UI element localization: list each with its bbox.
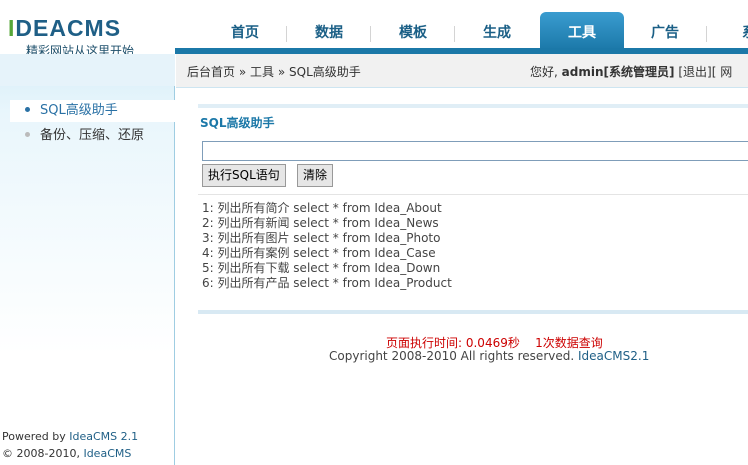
logo[interactable]: IDEACMS 精彩网站从这里开始 — [0, 0, 175, 58]
nav-tab-data[interactable]: 数据 — [287, 12, 371, 50]
nav-tab-ads[interactable]: 广告 — [623, 12, 707, 50]
username: admin[系统管理员] — [561, 65, 675, 79]
divider — [198, 194, 748, 195]
query-count: 1次数据查询 — [535, 336, 603, 350]
breadcrumb-tools[interactable]: 工具 — [250, 65, 274, 79]
example-line: 5: 列出所有下载 select * from Idea_Down — [202, 261, 441, 275]
sidebar-item-backup[interactable]: 备份、压缩、还原 — [10, 125, 175, 147]
bullet-icon — [25, 132, 30, 137]
sql-input[interactable] — [202, 141, 748, 161]
breadcrumb: 后台首页 » 工具 » SQL高级助手 — [187, 54, 361, 90]
example-line: 6: 列出所有产品 select * from Idea_Product — [202, 276, 452, 290]
panel-bottom-border — [198, 310, 748, 314]
site-link[interactable]: 网 — [720, 65, 732, 79]
nav-tab-tools[interactable]: 工具 — [540, 12, 624, 50]
nav-tab-system[interactable]: 系 — [707, 12, 748, 50]
exec-time: 页面执行时间: 0.0469秒 — [386, 336, 520, 350]
sidebar-item-sql-helper[interactable]: SQL高级助手 — [10, 100, 175, 122]
sidebar-copyright: © 2008-2010, IdeaCMS — [2, 447, 132, 460]
nav-tab-template[interactable]: 模板 — [371, 12, 455, 50]
example-line: 4: 列出所有案例 select * from Idea_Case — [202, 246, 436, 260]
breadcrumb-bar: 后台首页 » 工具 » SQL高级助手 您好, admin[系统管理员] [退出… — [176, 54, 748, 88]
breadcrumb-separator: » — [238, 65, 247, 79]
bullet-icon — [25, 107, 30, 112]
sidebar-topstrip — [0, 54, 175, 86]
breadcrumb-home[interactable]: 后台首页 — [187, 65, 235, 79]
powered-by: Powered by IdeaCMS 2.1 — [2, 430, 139, 443]
logout-link[interactable]: 退出 — [683, 65, 707, 79]
top-nav: 首页 数据 模板 生成 工具 广告 系 — [175, 12, 748, 50]
powered-link[interactable]: IdeaCMS 2.1 — [69, 430, 138, 443]
sidebar-item-label: SQL高级助手 — [40, 103, 118, 118]
copyright-link[interactable]: IdeaCMS — [83, 447, 131, 460]
clear-button[interactable]: 清除 — [297, 164, 334, 187]
nav-tab-home[interactable]: 首页 — [203, 12, 287, 50]
example-line: 2: 列出所有新闻 select * from Idea_News — [202, 216, 439, 230]
version-link[interactable]: IdeaCMS2.1 — [578, 349, 649, 363]
sidebar-item-label: 备份、压缩、还原 — [40, 128, 145, 143]
execute-sql-button[interactable]: 执行SQL语句 — [202, 164, 286, 187]
logo-letters: DEACMS — [15, 15, 122, 41]
example-line: 3: 列出所有图片 select * from Idea_Photo — [202, 231, 441, 245]
greeting: 您好, — [530, 65, 558, 79]
example-line: 1: 列出所有简介 select * from Idea_About — [202, 201, 442, 215]
header: IDEACMS 精彩网站从这里开始 首页 数据 模板 生成 工具 广告 系 — [0, 0, 748, 58]
panel-top-border — [198, 104, 748, 108]
page-title: SQL高级助手 — [200, 116, 275, 130]
logo-text: IDEACMS — [8, 14, 121, 42]
sidebar: SQL高级助手 备份、压缩、还原 Powered by IdeaCMS 2.1 … — [0, 54, 175, 465]
main-content: SQL高级助手 执行SQL语句 清除 1: 列出所有简介 select * fr… — [176, 88, 748, 465]
breadcrumb-separator: » — [277, 65, 286, 79]
sql-examples: 1: 列出所有简介 select * from Idea_About 2: 列出… — [202, 201, 452, 291]
breadcrumb-current: SQL高级助手 — [289, 65, 361, 79]
footer-copyright: Copyright 2008-2010 All rights reserved.… — [329, 349, 650, 363]
user-bar: 您好, admin[系统管理员] [退出][ 网 — [530, 65, 733, 79]
nav-tab-generate[interactable]: 生成 — [455, 12, 539, 50]
